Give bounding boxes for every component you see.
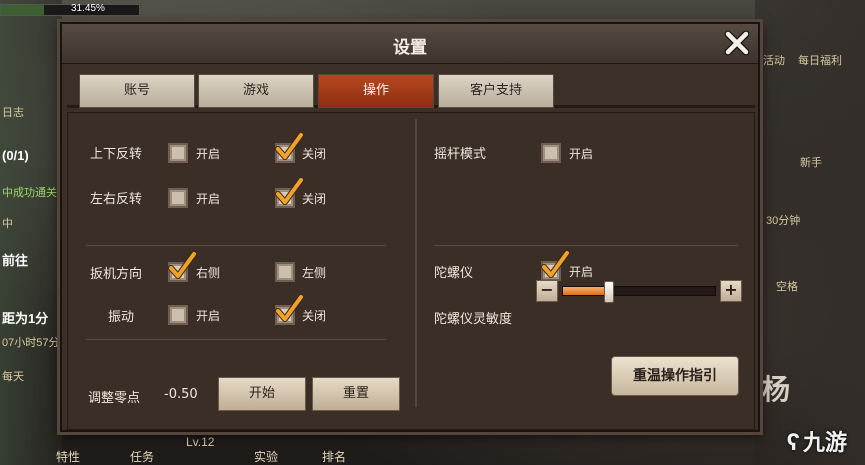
- column-divider: [415, 119, 417, 407]
- right-text-newbie: 新手: [800, 157, 822, 169]
- slider-thumb[interactable]: [603, 281, 614, 303]
- right-text-30min: 30分钟: [766, 215, 801, 227]
- replay-guide-button[interactable]: 重温操作指引: [611, 356, 739, 396]
- tab-game[interactable]: 游戏: [198, 74, 314, 108]
- checkmark-icon: [168, 251, 197, 279]
- gyroscope-checkbox[interactable]: [541, 250, 570, 281]
- right-text-event[interactable]: 活动: [763, 52, 785, 68]
- invert-ud-on-checkbox[interactable]: [168, 143, 188, 163]
- top-progress-bar: 31.45%: [0, 3, 140, 16]
- invert-lr-label: 左右反转: [90, 192, 143, 207]
- invert-lr-on-checkbox[interactable]: [168, 188, 188, 208]
- bottom-text-task[interactable]: 任务: [130, 448, 154, 465]
- side-text-distance: 距为1分: [2, 311, 49, 326]
- dialog-header: 设置: [62, 24, 758, 64]
- joystick-mode-on-label: 开启: [569, 147, 594, 161]
- slider-minus-button[interactable]: −: [536, 280, 558, 302]
- vibration-off-label: 关闭: [302, 309, 327, 323]
- joystick-mode-checkbox[interactable]: [541, 143, 561, 163]
- bottom-text-trait[interactable]: 特性: [56, 448, 80, 465]
- right-text-daily-benefit[interactable]: 每日福利: [798, 52, 842, 68]
- invert-ud-off-label: 关闭: [302, 147, 327, 161]
- close-icon: [724, 30, 750, 56]
- gyroscope-label: 陀螺仪: [434, 266, 474, 281]
- gyro-sensitivity-slider[interactable]: − +: [536, 280, 742, 303]
- checkmark-icon: [541, 250, 570, 278]
- side-text-time: 07小时57分: [2, 337, 60, 349]
- gyroscope-on-label: 开启: [569, 265, 594, 279]
- trigger-dir-label: 扳机方向: [90, 267, 143, 282]
- side-text-log[interactable]: 日志: [2, 104, 24, 120]
- invert-lr-off-checkbox[interactable]: [275, 177, 304, 208]
- progress-text: 31.45%: [71, 3, 105, 14]
- side-text-progress: (0/1): [2, 148, 29, 163]
- left-divider-1: [86, 245, 386, 246]
- close-button[interactable]: [722, 28, 752, 58]
- zero-start-button[interactable]: 开始: [218, 377, 306, 411]
- watermark-text: 九游: [802, 430, 847, 455]
- watermark-logo: ʕ 九游: [787, 425, 847, 457]
- checkmark-icon: [275, 294, 304, 322]
- trigger-right-checkbox[interactable]: [168, 251, 197, 282]
- right-divider-1: [434, 245, 738, 246]
- trigger-left-checkbox[interactable]: [275, 262, 295, 282]
- invert-lr-off-label: 关闭: [302, 192, 327, 206]
- zero-adjust-label: 调整零点: [88, 391, 141, 406]
- invert-ud-label: 上下反转: [90, 147, 143, 162]
- slider-plus-button[interactable]: +: [720, 280, 742, 302]
- dialog-title: 设置: [393, 38, 427, 58]
- bottom-text-lab[interactable]: 实验: [254, 448, 278, 465]
- side-text-mid: 中: [2, 218, 13, 230]
- vibration-off-checkbox[interactable]: [275, 294, 304, 325]
- left-divider-2: [86, 339, 386, 340]
- tab-account[interactable]: 账号: [79, 74, 195, 108]
- invert-lr-on-label: 开启: [196, 192, 221, 206]
- invert-ud-off-checkbox[interactable]: [275, 132, 304, 163]
- vibration-on-checkbox[interactable]: [168, 305, 188, 325]
- right-text-space: 空格: [776, 281, 798, 293]
- checkmark-icon: [275, 132, 304, 160]
- slider-track[interactable]: [562, 281, 716, 303]
- bottom-text-rank[interactable]: 排名: [322, 448, 346, 465]
- joystick-mode-label: 摇杆模式: [434, 147, 487, 162]
- tab-controls[interactable]: 操作: [318, 74, 434, 108]
- left-quest-panel: [0, 0, 62, 465]
- watermark-icon: ʕ: [786, 429, 800, 456]
- invert-ud-on-label: 开启: [196, 147, 221, 161]
- tab-bar: 账号 游戏 操作 客户支持: [67, 74, 755, 108]
- tab-support[interactable]: 客户支持: [438, 74, 554, 108]
- zero-reset-button[interactable]: 重置: [312, 377, 400, 411]
- vibration-on-label: 开启: [196, 309, 221, 323]
- right-side-text: 杨: [762, 374, 791, 405]
- vibration-label: 振动: [108, 310, 135, 325]
- side-text-goto[interactable]: 前往: [2, 250, 28, 269]
- zero-adjust-value: -0.50: [164, 387, 198, 402]
- checkmark-icon: [275, 177, 304, 205]
- gyro-sensitivity-label: 陀螺仪灵敏度: [434, 312, 513, 327]
- progress-fill: [1, 5, 45, 15]
- bottom-text-level: Lv.12: [186, 435, 215, 449]
- side-text-daily: 每天: [2, 371, 24, 383]
- side-text-mission: 中成功通关: [2, 187, 57, 199]
- trigger-left-label: 左侧: [302, 266, 327, 280]
- slider-fill: [563, 287, 609, 295]
- trigger-right-label: 右侧: [196, 266, 221, 280]
